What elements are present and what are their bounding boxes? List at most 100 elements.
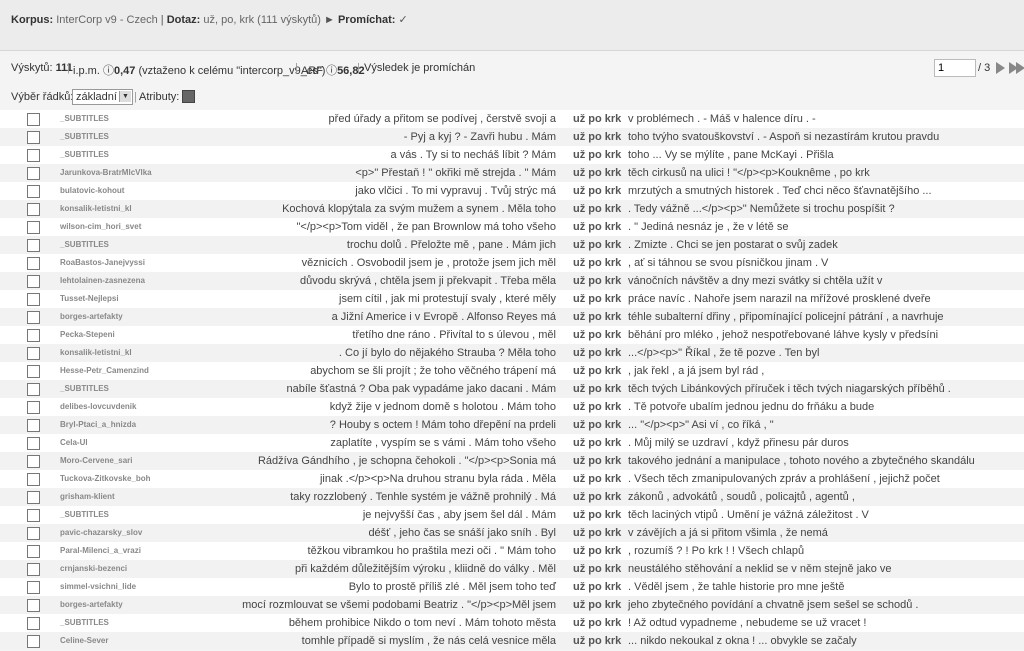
kwic-keyword[interactable]: už po krk (573, 452, 621, 470)
row-checkbox[interactable] (27, 509, 40, 522)
row-checkbox[interactable] (27, 131, 40, 144)
source-document-link[interactable]: _SUBTITLES (60, 506, 109, 524)
kwic-keyword[interactable]: už po krk (573, 416, 621, 434)
left-context[interactable]: tomhle případě si myslím , že nás celá v… (302, 632, 556, 650)
right-context[interactable]: mrzutých a smutných historek . Teď chci … (628, 182, 932, 200)
last-page-icon[interactable] (1016, 62, 1024, 74)
kwic-keyword[interactable]: už po krk (573, 524, 621, 542)
left-context[interactable]: taky rozzlobený . Tenhle systém je vážně… (290, 488, 556, 506)
row-checkbox[interactable] (27, 185, 40, 198)
left-context[interactable]: zaplatíte , vyspím se s vámi . Mám toho … (330, 434, 556, 452)
row-checkbox[interactable] (27, 437, 40, 450)
right-context[interactable]: toho ... Vy se mýlíte , pane McKayi . Př… (628, 146, 834, 164)
left-context[interactable]: déšť , jeho čas se snáší jako sníh . Byl (368, 524, 556, 542)
corpus-value[interactable]: InterCorp v9 - Czech (56, 14, 157, 26)
left-context[interactable]: když žije v jednom domě s holotou . Mám … (330, 398, 556, 416)
arf-info-icon[interactable]: ⓘ (326, 65, 337, 77)
source-document-link[interactable]: Celine-Sever (60, 632, 108, 650)
kwic-keyword[interactable]: už po krk (573, 164, 621, 182)
source-document-link[interactable]: Bryl-Ptaci_a_hnizda (60, 416, 136, 434)
right-context[interactable]: těch laciných vtipů . Umění je vážná zál… (628, 506, 869, 524)
left-context[interactable]: třetího dne ráno . Přivítal to s úlevou … (352, 326, 556, 344)
row-checkbox[interactable] (27, 149, 40, 162)
right-context[interactable]: . " Jediná nesnáz je , že v létě se (628, 218, 788, 236)
source-document-link[interactable]: konsalik-letistni_kl (60, 200, 132, 218)
row-checkbox[interactable] (27, 635, 40, 648)
row-selection-select[interactable]: základní ▼ (72, 89, 133, 105)
kwic-keyword[interactable]: už po krk (573, 614, 621, 632)
left-context[interactable]: těžkou vibramkou ho praštila mezi oči . … (308, 542, 556, 560)
row-checkbox[interactable] (27, 563, 40, 576)
left-context[interactable]: ? Houby s octem ! Mám toho dřepění na pr… (330, 416, 556, 434)
kwic-keyword[interactable]: už po krk (573, 632, 621, 650)
left-context[interactable]: před úřady a přitom se podívej , čerstvě… (329, 110, 556, 128)
source-document-link[interactable]: Jarunkova-BratrMlcVlka (60, 164, 152, 182)
left-context[interactable]: Kochová klopýtala za svým mužem a synem … (282, 200, 556, 218)
right-context[interactable]: jeho zbytečného povídání a chvatně jsem … (628, 596, 918, 614)
right-context[interactable]: takového jednání a manipulace , tohoto n… (628, 452, 975, 470)
source-document-link[interactable]: wilson-cim_hori_svet (60, 218, 141, 236)
source-document-link[interactable]: delibes-lovcuvdenik (60, 398, 136, 416)
kwic-keyword[interactable]: už po krk (573, 578, 621, 596)
left-context[interactable]: a vás . Ty si to necháš líbit ? Mám (391, 146, 556, 164)
kwic-keyword[interactable]: už po krk (573, 470, 621, 488)
right-context[interactable]: práce navíc . Nahoře jsem narazil na mří… (628, 290, 931, 308)
kwic-keyword[interactable]: už po krk (573, 596, 621, 614)
right-context[interactable]: téhle subalterní dřiny , připomínající p… (628, 308, 944, 326)
row-checkbox[interactable] (27, 419, 40, 432)
right-context[interactable]: vánočních návštěv a dny mezi svátky si c… (628, 272, 882, 290)
source-document-link[interactable]: Tusset-Nejlepsi (60, 290, 119, 308)
page-number-input[interactable] (934, 59, 976, 77)
row-checkbox[interactable] (27, 491, 40, 504)
left-context[interactable]: Bylo to prostě příliš zlé . Měl jsem toh… (349, 578, 556, 596)
source-document-link[interactable]: crnjanski-bezenci (60, 560, 127, 578)
kwic-keyword[interactable]: už po krk (573, 236, 621, 254)
left-context[interactable]: jako vlčici . To mi vypravuj . Tvůj strý… (355, 182, 556, 200)
row-checkbox[interactable] (27, 581, 40, 594)
right-context[interactable]: ... nikdo nekoukal z okna ! ... obvykle … (628, 632, 857, 650)
right-context[interactable]: v závějích a já si přitom všimla , že ne… (628, 524, 828, 542)
kwic-keyword[interactable]: už po krk (573, 110, 621, 128)
source-document-link[interactable]: Cela-Ul (60, 434, 88, 452)
row-checkbox[interactable] (27, 401, 40, 414)
kwic-keyword[interactable]: už po krk (573, 308, 621, 326)
kwic-keyword[interactable]: už po krk (573, 290, 621, 308)
right-context[interactable]: v problémech . - Máš v halence díru . - (628, 110, 816, 128)
kwic-keyword[interactable]: už po krk (573, 146, 621, 164)
row-checkbox[interactable] (27, 293, 40, 306)
kwic-keyword[interactable]: už po krk (573, 434, 621, 452)
row-checkbox[interactable] (27, 311, 40, 324)
kwic-keyword[interactable]: už po krk (573, 542, 621, 560)
row-checkbox[interactable] (27, 527, 40, 540)
right-context[interactable]: těch cirkusů na ulici ! "</p><p>Kouknême… (628, 164, 870, 182)
source-document-link[interactable]: konsalik-letistni_kl (60, 344, 132, 362)
source-document-link[interactable]: Paral-Milenci_a_vrazi (60, 542, 141, 560)
left-context[interactable]: Rádžíva Gándhího , je schopna čehokoli .… (258, 452, 556, 470)
right-context[interactable]: . Tedy vážně ...</p><p>" Nemůžete si tro… (628, 200, 895, 218)
kwic-keyword[interactable]: už po krk (573, 218, 621, 236)
row-checkbox[interactable] (27, 599, 40, 612)
right-context[interactable]: . Můj milý se uzdraví , když přinesu pár… (628, 434, 849, 452)
right-context[interactable]: zákonů , advokátů , soudů , policajtů , … (628, 488, 855, 506)
right-context[interactable]: těch tvých Libánkových příruček i těch t… (628, 380, 951, 398)
kwic-keyword[interactable]: už po krk (573, 380, 621, 398)
row-checkbox[interactable] (27, 545, 40, 558)
left-context[interactable]: důvodu skrývá , chtěla jsem ji překvapit… (300, 272, 556, 290)
source-document-link[interactable]: lehtolainen-zasnezena (60, 272, 145, 290)
source-document-link[interactable]: borges-artefakty (60, 308, 123, 326)
left-context[interactable]: trochu dolů . Přeložte mě , pane . Mám j… (347, 236, 556, 254)
kwic-keyword[interactable]: už po krk (573, 254, 621, 272)
source-document-link[interactable]: _SUBTITLES (60, 614, 109, 632)
source-document-link[interactable]: grisham-klient (60, 488, 115, 506)
left-context[interactable]: abychom se šli projít ; že toho věčného … (310, 362, 556, 380)
row-checkbox[interactable] (27, 365, 40, 378)
left-context[interactable]: nabíle šťastná ? Oba pak vypadáme jako d… (287, 380, 557, 398)
kwic-keyword[interactable]: už po krk (573, 344, 621, 362)
right-context[interactable]: ! Až odtud vypadneme , nebudeme se už vr… (628, 614, 866, 632)
source-document-link[interactable]: pavic-chazarsky_slov (60, 524, 142, 542)
row-checkbox[interactable] (27, 221, 40, 234)
row-checkbox[interactable] (27, 473, 40, 486)
left-context[interactable]: je nejvyšší čas , aby jsem šel dál . Mám (363, 506, 556, 524)
source-document-link[interactable]: Tuckova-Zitkovske_boh (60, 470, 151, 488)
right-context[interactable]: , jak řekl , a já jsem byl rád , (628, 362, 764, 380)
